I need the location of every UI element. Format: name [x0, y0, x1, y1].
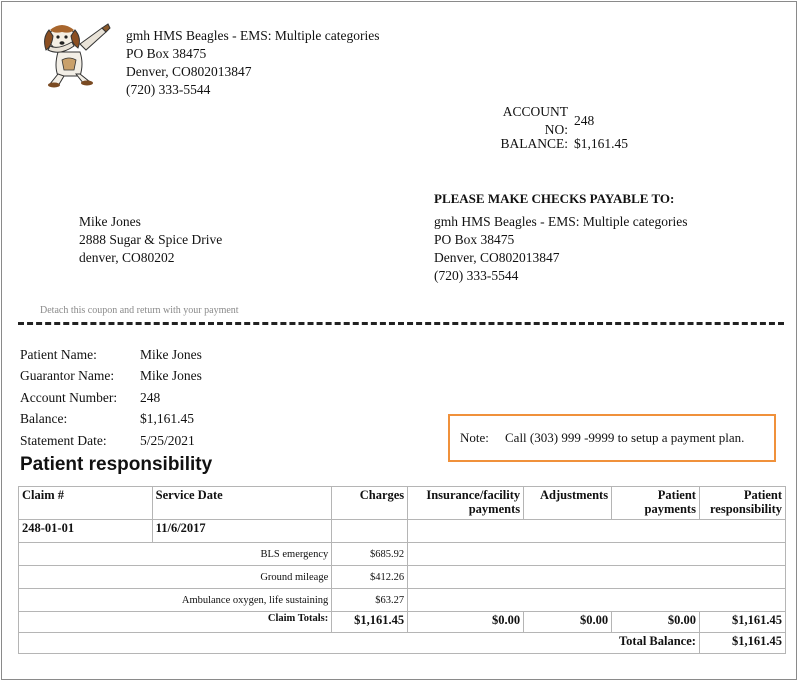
account-number-value: 248 — [574, 112, 595, 128]
claim-service-date: 11/6/2017 — [151, 519, 333, 543]
company-header: gmh HMS Beagles - EMS: Multiple categori… — [126, 27, 379, 99]
patient-info-label: Guarantor Name: — [20, 368, 115, 384]
empty-cell — [407, 588, 786, 612]
company-address-line1: PO Box 38475 — [126, 46, 207, 61]
line-item-row: Ground mileage $412.26 — [17, 565, 786, 589]
patient-info-row: Account Number: 248 — [20, 387, 202, 409]
note-label: Note: — [460, 430, 489, 445]
claim-totals-adjustments: $0.00 — [523, 611, 613, 633]
patient-info-row: Balance: $1,161.45 — [20, 409, 202, 431]
empty-cell — [407, 565, 786, 589]
company-address-line2: Denver, CO802013847 — [126, 64, 252, 79]
table-header-row: Claim # Service Date Charges Insurance/f… — [18, 486, 787, 520]
line-item-description: BLS emergency — [17, 542, 333, 566]
account-balance-row: BALANCE: $1,161.45 — [482, 132, 629, 155]
claim-totals-charges: $1,161.45 — [331, 611, 409, 633]
line-item-charge: $685.92 — [331, 542, 409, 566]
header-patient-payments: Patient payments — [611, 486, 700, 520]
customer-address: Mike Jones 2888 Sugar & Spice Drive denv… — [79, 213, 222, 267]
company-name: gmh HMS Beagles - EMS: Multiple categori… — [126, 28, 380, 43]
detach-dashed-line — [18, 322, 784, 325]
line-item-charge: $63.27 — [331, 588, 409, 612]
empty-cell — [407, 519, 786, 543]
company-phone: (720) 333-5544 — [126, 82, 211, 97]
line-item-charge: $412.26 — [331, 565, 409, 589]
claim-totals-patient-payments: $0.00 — [611, 611, 700, 633]
account-number-row: ACCOUNT NO: 248 — [482, 104, 628, 137]
section-title: Patient responsibility — [20, 454, 213, 475]
line-item-description: Ambulance oxygen, life sustaining — [17, 588, 333, 612]
payable-address-line1: PO Box 38475 — [434, 232, 515, 247]
patient-info-value: 5/25/2021 — [140, 432, 195, 448]
line-item-description: Ground mileage — [17, 565, 333, 589]
claim-totals-insurance: $0.00 — [407, 611, 525, 633]
payable-phone: (720) 333-5544 — [434, 268, 519, 283]
patient-info-label: Balance: — [20, 411, 68, 427]
account-summary: ACCOUNT NO: 248 BALANCE: $1,161.45 — [482, 104, 629, 155]
line-item-row: Ambulance oxygen, life sustaining $63.27 — [17, 588, 786, 612]
claim-totals-row: Claim Totals: $1,161.45 $0.00 $0.00 $0.0… — [17, 611, 787, 633]
payment-plan-note: Note: Call (303) 999 -9999 to setup a pa… — [448, 414, 776, 462]
payable-to-block: PLEASE MAKE CHECKS PAYABLE TO: gmh HMS B… — [434, 190, 687, 285]
note-text: Call (303) 999 -9999 to setup a payment … — [505, 430, 745, 445]
total-balance-row: Total Balance: $1,161.45 — [18, 632, 787, 654]
account-balance-value: $1,161.45 — [574, 135, 628, 151]
total-balance-value: $1,161.45 — [698, 632, 787, 654]
header-service-date: Service Date — [151, 486, 333, 520]
claim-totals-patient-responsibility: $1,161.45 — [698, 611, 787, 633]
patient-info-row: Patient Name: Mike Jones — [20, 344, 202, 366]
claim-totals-label: Claim Totals: — [17, 611, 333, 633]
patient-info-row: Statement Date: 5/25/2021 — [20, 430, 202, 452]
customer-address-line2: denver, CO80202 — [79, 250, 175, 265]
patient-info-row: Guarantor Name: Mike Jones — [20, 366, 202, 388]
header-claim: Claim # — [18, 486, 153, 520]
customer-name: Mike Jones — [79, 214, 141, 229]
header-adjustments: Adjustments — [523, 486, 613, 520]
patient-info-value: $1,161.45 — [140, 411, 194, 427]
claims-table: Claim # Service Date Charges Insurance/f… — [17, 486, 787, 654]
customer-address-line1: 2888 Sugar & Spice Drive — [79, 232, 223, 247]
patient-info-value: Mike Jones — [140, 346, 202, 362]
payable-name: gmh HMS Beagles - EMS: Multiple categori… — [434, 214, 688, 229]
claim-row: 248-01-01 11/6/2017 — [18, 519, 786, 543]
patient-info: Patient Name: Mike Jones Guarantor Name:… — [20, 344, 202, 452]
account-number-label: ACCOUNT NO: — [502, 103, 568, 137]
detach-instruction: Detach this coupon and return with your … — [40, 305, 239, 316]
patient-info-label: Patient Name: — [20, 346, 97, 362]
total-balance-label: Total Balance: — [18, 632, 700, 654]
empty-cell — [407, 542, 786, 566]
header-charges: Charges — [331, 486, 409, 520]
beagle-logo-icon — [28, 16, 112, 88]
header-insurance-payments: Insurance/facility payments — [407, 486, 525, 520]
empty-cell — [331, 519, 409, 543]
payable-address-line2: Denver, CO802013847 — [434, 250, 560, 265]
claim-number: 248-01-01 — [18, 519, 153, 543]
payable-heading: PLEASE MAKE CHECKS PAYABLE TO: — [434, 191, 675, 206]
account-balance-label: BALANCE: — [500, 135, 569, 151]
patient-info-label: Account Number: — [20, 389, 118, 405]
header-patient-responsibility: Patient responsibility — [698, 486, 787, 520]
line-item-row: BLS emergency $685.92 — [17, 542, 786, 566]
statement-page: gmh HMS Beagles - EMS: Multiple categori… — [1, 1, 797, 680]
patient-info-value: 248 — [140, 389, 161, 405]
patient-info-value: Mike Jones — [140, 368, 202, 384]
patient-info-label: Statement Date: — [20, 432, 107, 448]
